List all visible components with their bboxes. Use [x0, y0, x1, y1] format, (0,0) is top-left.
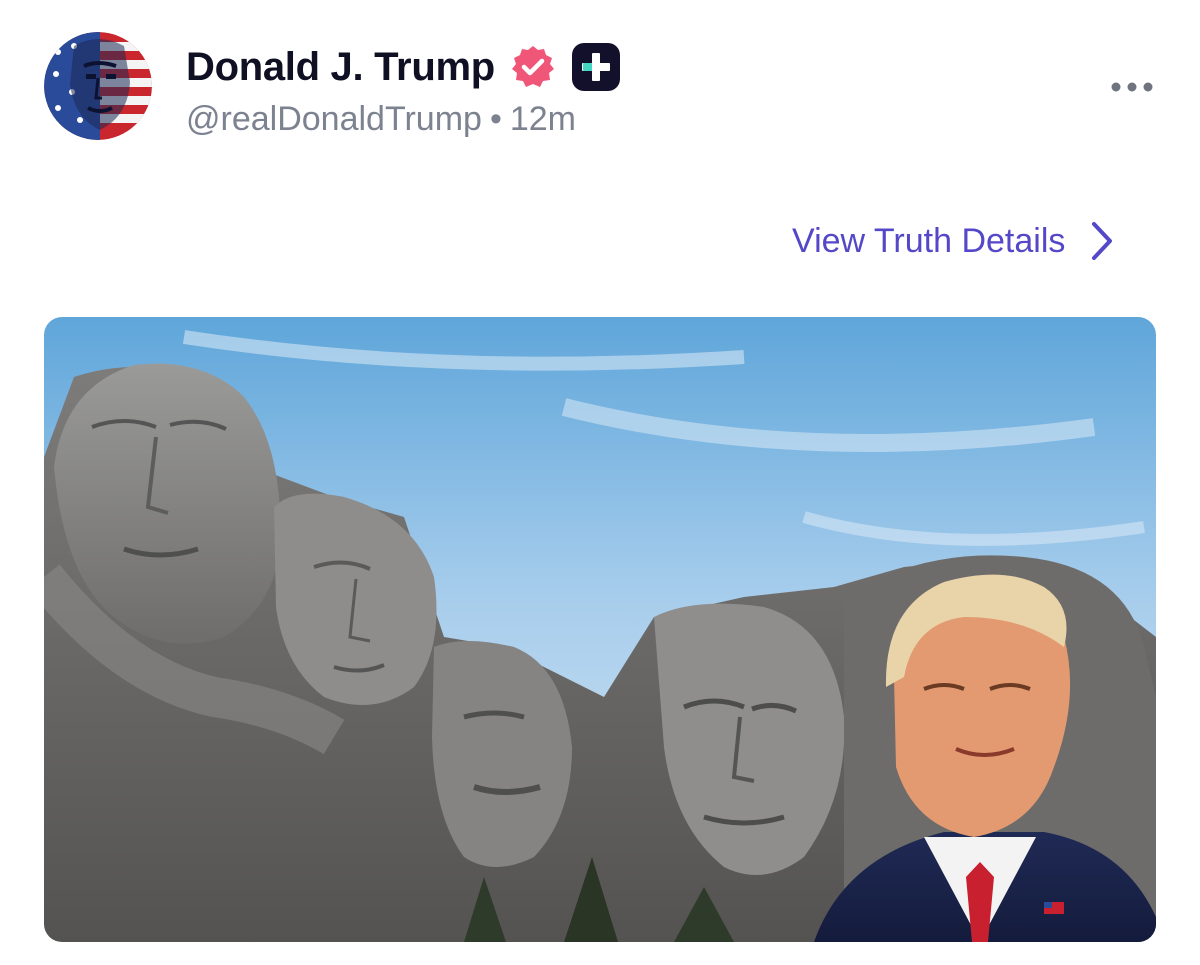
- author-handle[interactable]: @realDonaldTrump: [186, 100, 482, 138]
- post-image[interactable]: [44, 317, 1156, 942]
- verified-badge-icon: [509, 43, 557, 91]
- more-dots-icon: [1111, 82, 1153, 92]
- view-truth-details-link[interactable]: View Truth Details: [792, 218, 1115, 264]
- mount-rushmore-photo: [44, 317, 1156, 942]
- chevron-right-icon: [1089, 221, 1115, 261]
- truth-post: Donald J. Trump @realDonaldTrump • 12m V…: [0, 0, 1200, 965]
- view-truth-details-label: View Truth Details: [792, 221, 1066, 260]
- more-options-button[interactable]: [1104, 70, 1160, 104]
- avatar[interactable]: [44, 32, 152, 140]
- plus-badge-icon: [571, 42, 621, 92]
- author-meta-row: @realDonaldTrump • 12m: [186, 100, 576, 139]
- author-display-name[interactable]: Donald J. Trump: [186, 45, 495, 90]
- flag-portrait-avatar-icon: [44, 32, 152, 140]
- meta-separator: •: [489, 100, 502, 138]
- post-timestamp: 12m: [509, 100, 576, 138]
- author-name-row: Donald J. Trump: [186, 42, 621, 92]
